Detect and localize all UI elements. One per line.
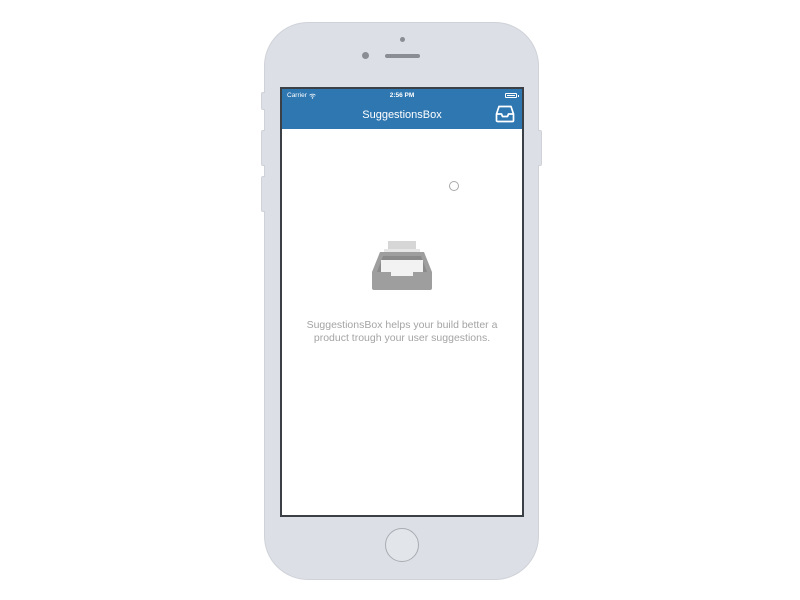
volume-up-button bbox=[261, 130, 265, 166]
earpiece-speaker bbox=[385, 54, 420, 58]
nav-title: SuggestionsBox bbox=[362, 109, 442, 121]
battery-icon bbox=[505, 93, 519, 98]
status-bar: Carrier 2:56 PM bbox=[282, 89, 522, 102]
power-button bbox=[538, 130, 542, 166]
inbox-icon[interactable] bbox=[495, 105, 515, 123]
stage: Carrier 2:56 PM SuggestionsBox Suggestio… bbox=[0, 0, 800, 600]
home-button[interactable] bbox=[385, 528, 419, 562]
inbox-tray-icon bbox=[372, 241, 432, 290]
volume-down-button bbox=[261, 176, 265, 212]
status-time: 2:56 PM bbox=[389, 92, 415, 99]
proximity-sensor bbox=[400, 37, 405, 42]
front-camera bbox=[362, 52, 369, 59]
mute-switch bbox=[261, 92, 265, 110]
navigation-bar: Carrier 2:56 PM SuggestionsBox bbox=[282, 89, 522, 129]
empty-state-message: SuggestionsBox helps your build better a… bbox=[306, 319, 498, 344]
loading-indicator bbox=[449, 181, 459, 191]
app-screen: Carrier 2:56 PM SuggestionsBox Suggestio… bbox=[280, 87, 524, 517]
